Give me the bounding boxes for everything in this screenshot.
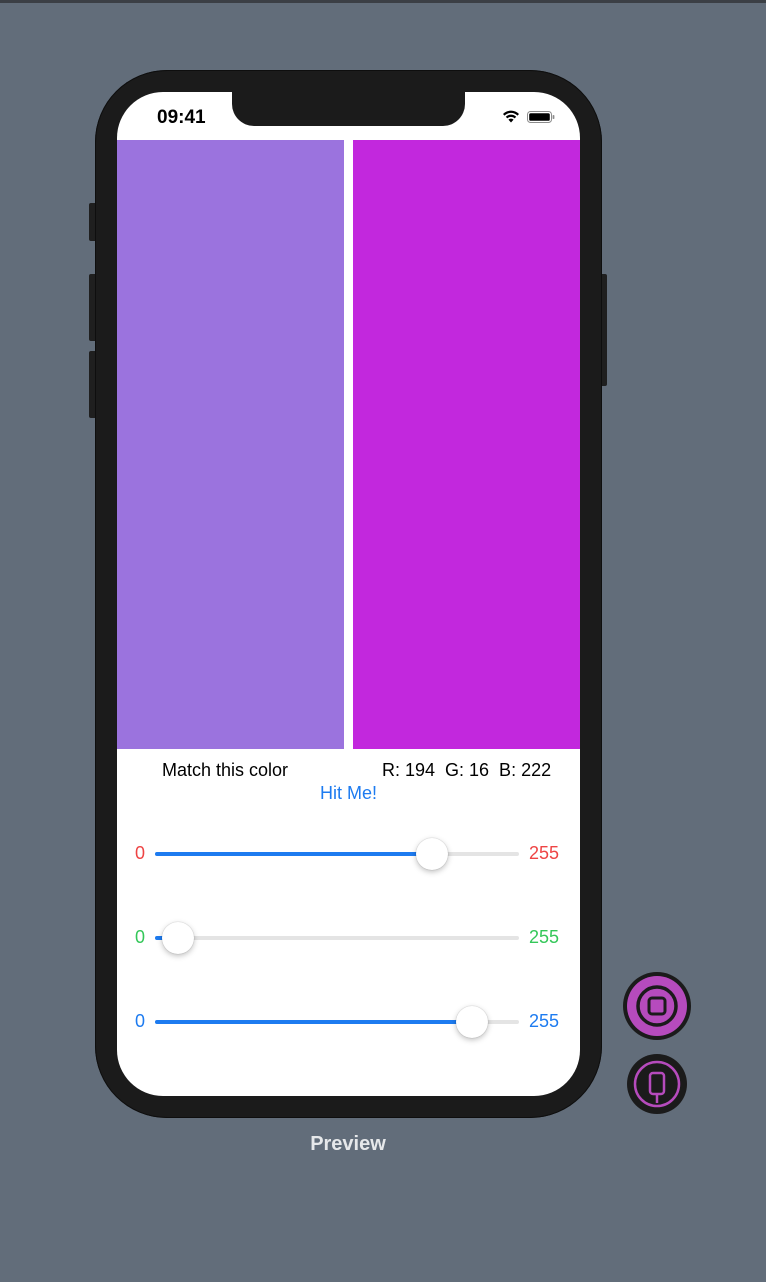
rgb-values-label: R: 194 G: 16 B: 222	[382, 760, 552, 780]
hit-me-button[interactable]: Hit Me!	[117, 783, 580, 804]
red-slider-thumb[interactable]	[416, 838, 448, 870]
red-max-label: 255	[529, 843, 560, 863]
live-preview-icon	[627, 976, 687, 1036]
status-time: 09:41	[157, 107, 206, 128]
live-preview-button[interactable]	[623, 972, 691, 1040]
red-min-label: 0	[135, 843, 146, 863]
preview-label: Preview	[310, 1133, 386, 1155]
device-frame: 09:41 Match this color R: 194 G: 16 B: 2…	[95, 70, 602, 1118]
device-notch	[232, 92, 465, 126]
blue-slider[interactable]	[155, 1006, 519, 1038]
blue-slider-row: 0 255	[117, 1002, 580, 1042]
device-preview-button[interactable]	[627, 1054, 687, 1114]
blue-slider-thumb[interactable]	[456, 1006, 488, 1038]
battery-icon	[527, 111, 555, 123]
green-max-label: 255	[529, 927, 560, 947]
green-slider[interactable]	[155, 922, 519, 954]
target-color-label: Match this color	[162, 760, 289, 780]
red-slider-row: 0 255	[117, 834, 580, 874]
guess-color-swatch	[353, 140, 580, 749]
blue-min-label: 0	[135, 1011, 146, 1031]
green-slider-thumb[interactable]	[162, 922, 194, 954]
device-screen: 09:41 Match this color R: 194 G: 16 B: 2…	[117, 92, 580, 1096]
window-top-edge	[0, 0, 766, 3]
blue-max-label: 255	[529, 1011, 560, 1031]
red-slider[interactable]	[155, 838, 519, 870]
target-color-swatch	[117, 140, 344, 749]
green-min-label: 0	[135, 927, 146, 947]
blue-slider-fill	[155, 1020, 472, 1024]
red-slider-fill	[155, 852, 432, 856]
green-slider-row: 0 255	[117, 918, 580, 958]
device-preview-icon	[633, 1060, 681, 1108]
wifi-icon	[503, 110, 519, 123]
